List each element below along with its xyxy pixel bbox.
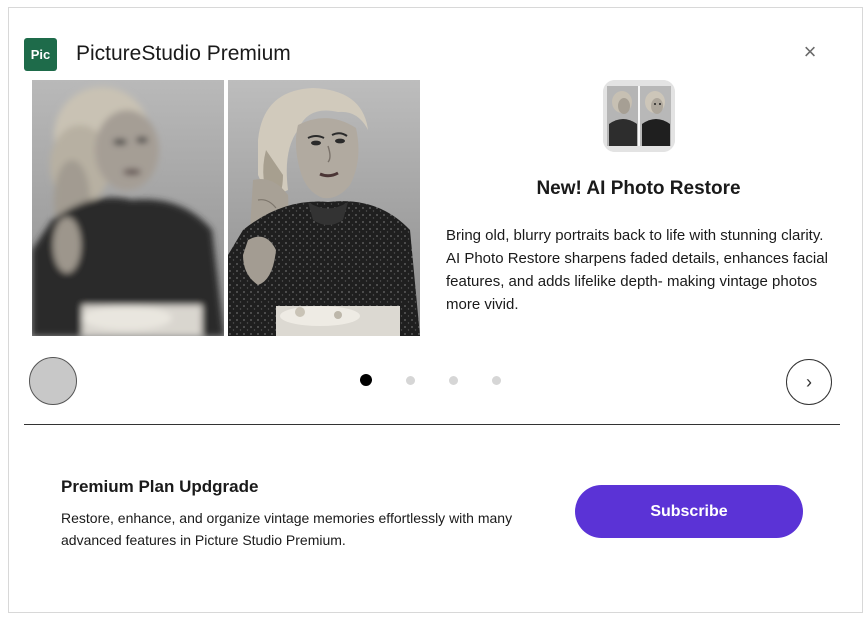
before-after-photos [32, 80, 420, 336]
chevron-right-icon: › [806, 371, 812, 392]
carousel-dot-3[interactable] [449, 375, 458, 385]
feature-description: Bring old, blurry portraits back to life… [446, 227, 828, 313]
close-icon[interactable]: × [798, 40, 822, 64]
subscribe-button[interactable]: Subscribe [575, 485, 803, 538]
dialog-title: PictureStudio Premium [76, 42, 291, 65]
section-divider [24, 424, 840, 425]
carousel-pagination [360, 373, 535, 387]
feature-title: New! AI Photo Restore [536, 178, 741, 199]
plan-description: Restore, enhance, and organize vintage m… [61, 510, 513, 548]
carousel-dot-1[interactable] [360, 374, 372, 386]
after-photo [228, 80, 420, 336]
dialog-header: Pic PictureStudio Premium [24, 34, 291, 74]
carousel-dot-2[interactable] [406, 375, 415, 385]
plan-title: Premium Plan Updgrade [61, 477, 259, 496]
pic-logo-icon: Pic [24, 37, 57, 71]
feature-photo-icon [603, 80, 675, 152]
before-photo [32, 80, 224, 336]
carousel-dot-4[interactable] [492, 375, 501, 385]
carousel-prev-button[interactable] [29, 357, 77, 405]
carousel-next-button[interactable]: › [786, 359, 832, 405]
